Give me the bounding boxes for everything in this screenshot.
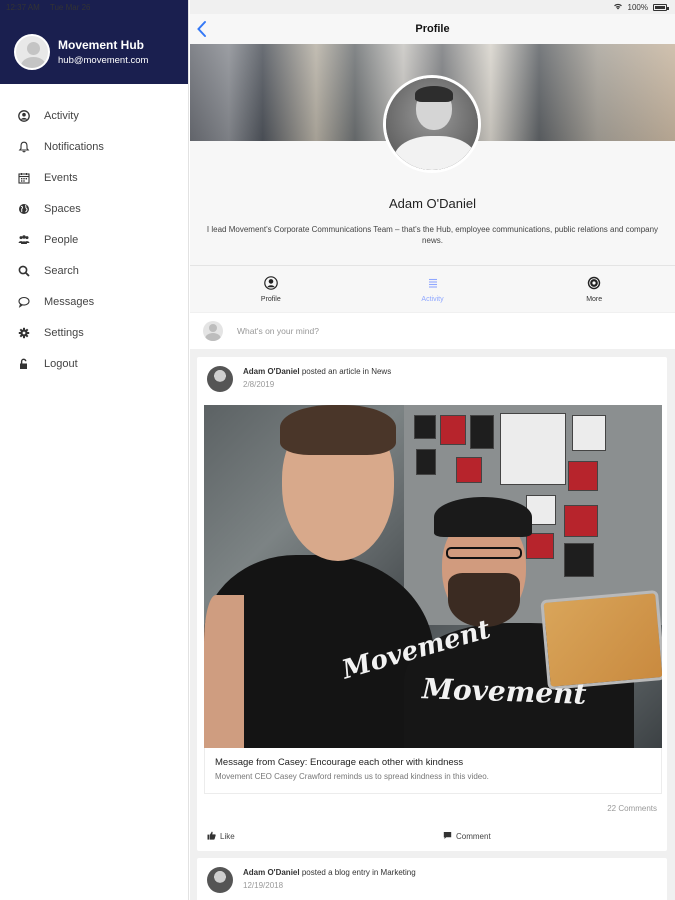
article-title: Message from Casey: Encourage each other… — [215, 757, 464, 768]
post-composer[interactable]: What's on your mind? — [190, 313, 675, 349]
profile-bio: I lead Movement's Corporate Communicatio… — [206, 225, 659, 245]
sidebar-item-label: Events — [44, 171, 78, 184]
avatar[interactable] — [207, 366, 233, 392]
tab-activity[interactable]: Activity — [352, 266, 514, 312]
main-content: Profile Adam O'Daniel I lead Movement's … — [190, 0, 675, 900]
more-circle-icon — [587, 276, 601, 292]
sidebar-item-logout[interactable]: Logout — [0, 348, 188, 379]
sidebar-menu: Activity Notifications Events Spaces Peo… — [0, 100, 188, 379]
page-title: Profile — [415, 23, 450, 35]
sidebar-item-label: Messages — [44, 295, 95, 308]
post-image[interactable]: Movement Movement — [204, 405, 662, 748]
activity-icon — [17, 109, 30, 122]
comment-label: Comment — [456, 831, 491, 841]
tab-label: More — [586, 295, 603, 303]
globe-icon — [17, 202, 30, 215]
sidebar-item-label: Notifications — [44, 140, 104, 153]
sidebar-item-messages[interactable]: Messages — [0, 286, 188, 317]
post-author: Adam O'Daniel posted an article in News … — [207, 366, 391, 392]
status-bar: 12:37 AM Tue Mar 26 100% — [0, 0, 675, 14]
back-chevron-icon[interactable] — [196, 20, 210, 38]
people-icon — [17, 233, 30, 246]
post-date: 2/8/2019 — [243, 380, 275, 389]
calendar-icon — [17, 171, 30, 184]
list-icon — [426, 276, 440, 292]
post-action: posted a blog entry in Marketing — [301, 868, 416, 877]
post-date: 12/19/2018 — [243, 881, 284, 890]
post-author-name[interactable]: Adam O'Daniel — [243, 868, 300, 877]
tab-label: Profile — [260, 295, 281, 303]
sidebar-item-search[interactable]: Search — [0, 255, 188, 286]
sidebar-item-label: Spaces — [44, 202, 81, 215]
post-author: Adam O'Daniel posted a blog entry in Mar… — [207, 867, 416, 893]
status-time: 12:37 AM — [6, 2, 40, 12]
post-meta: Adam O'Daniel posted an article in News — [243, 367, 391, 376]
thumbs-up-icon — [207, 831, 216, 842]
battery-icon — [653, 3, 669, 11]
activity-post: Adam O'Daniel posted a blog entry in Mar… — [197, 858, 667, 900]
sidebar-item-people[interactable]: People — [0, 224, 188, 255]
tab-profile[interactable]: Profile — [190, 266, 352, 312]
sidebar-item-label: People — [44, 233, 79, 246]
shirt-text: Movement — [421, 672, 588, 711]
sidebar-item-events[interactable]: Events — [0, 162, 188, 193]
like-label: Like — [220, 831, 235, 841]
comments-count[interactable]: 22 Comments — [607, 804, 657, 813]
message-icon — [17, 295, 30, 308]
profile-name: Adam O'Daniel — [388, 196, 477, 211]
user-circle-icon — [264, 275, 278, 292]
comment-icon — [443, 831, 452, 842]
sidebar-user-email: hub@movement.com — [58, 55, 149, 66]
avatar[interactable] — [207, 867, 233, 893]
sidebar-item-activity[interactable]: Activity — [0, 100, 188, 131]
status-date: Tue Mar 26 — [49, 2, 91, 12]
lock-icon — [17, 357, 30, 370]
search-icon — [17, 264, 30, 277]
tab-more[interactable]: More — [513, 266, 675, 312]
sidebar-item-label: Logout — [44, 357, 78, 370]
sidebar-item-label: Activity — [44, 109, 79, 122]
post-action: posted an article in News — [301, 367, 392, 376]
tab-label: Activity — [421, 295, 444, 303]
wifi-icon — [613, 2, 623, 12]
profile-avatar[interactable] — [383, 75, 481, 173]
article-summary: Movement CEO Casey Crawford reminds us t… — [215, 772, 489, 781]
navigation-bar: Profile — [190, 14, 675, 44]
sidebar: Movement Hub hub@movement.com Activity N… — [0, 0, 189, 900]
sidebar-item-notifications[interactable]: Notifications — [0, 131, 188, 162]
sidebar-item-label: Search — [44, 264, 79, 277]
sidebar-user-name: Movement Hub — [58, 38, 145, 52]
sidebar-user: Movement Hub hub@movement.com — [58, 38, 148, 66]
post-actions: Like Comment — [197, 825, 667, 847]
bell-icon — [17, 140, 30, 153]
post-author-name[interactable]: Adam O'Daniel — [243, 367, 300, 376]
avatar — [203, 321, 223, 341]
post-meta: Adam O'Daniel posted a blog entry in Mar… — [243, 868, 416, 877]
sidebar-item-spaces[interactable]: Spaces — [0, 193, 188, 224]
sidebar-item-label: Settings — [44, 326, 84, 339]
profile-tabs: Profile Activity More — [190, 265, 675, 312]
like-button[interactable]: Like — [197, 825, 431, 847]
battery-percent: 100% — [627, 2, 648, 12]
gear-icon — [17, 326, 30, 339]
activity-post: Adam O'Daniel posted an article in News … — [197, 357, 667, 851]
composer-placeholder: What's on your mind? — [237, 326, 319, 336]
article-preview[interactable]: Message from Casey: Encourage each other… — [204, 748, 662, 794]
avatar — [14, 34, 50, 70]
sidebar-item-settings[interactable]: Settings — [0, 317, 188, 348]
comment-button[interactable]: Comment — [431, 825, 667, 847]
